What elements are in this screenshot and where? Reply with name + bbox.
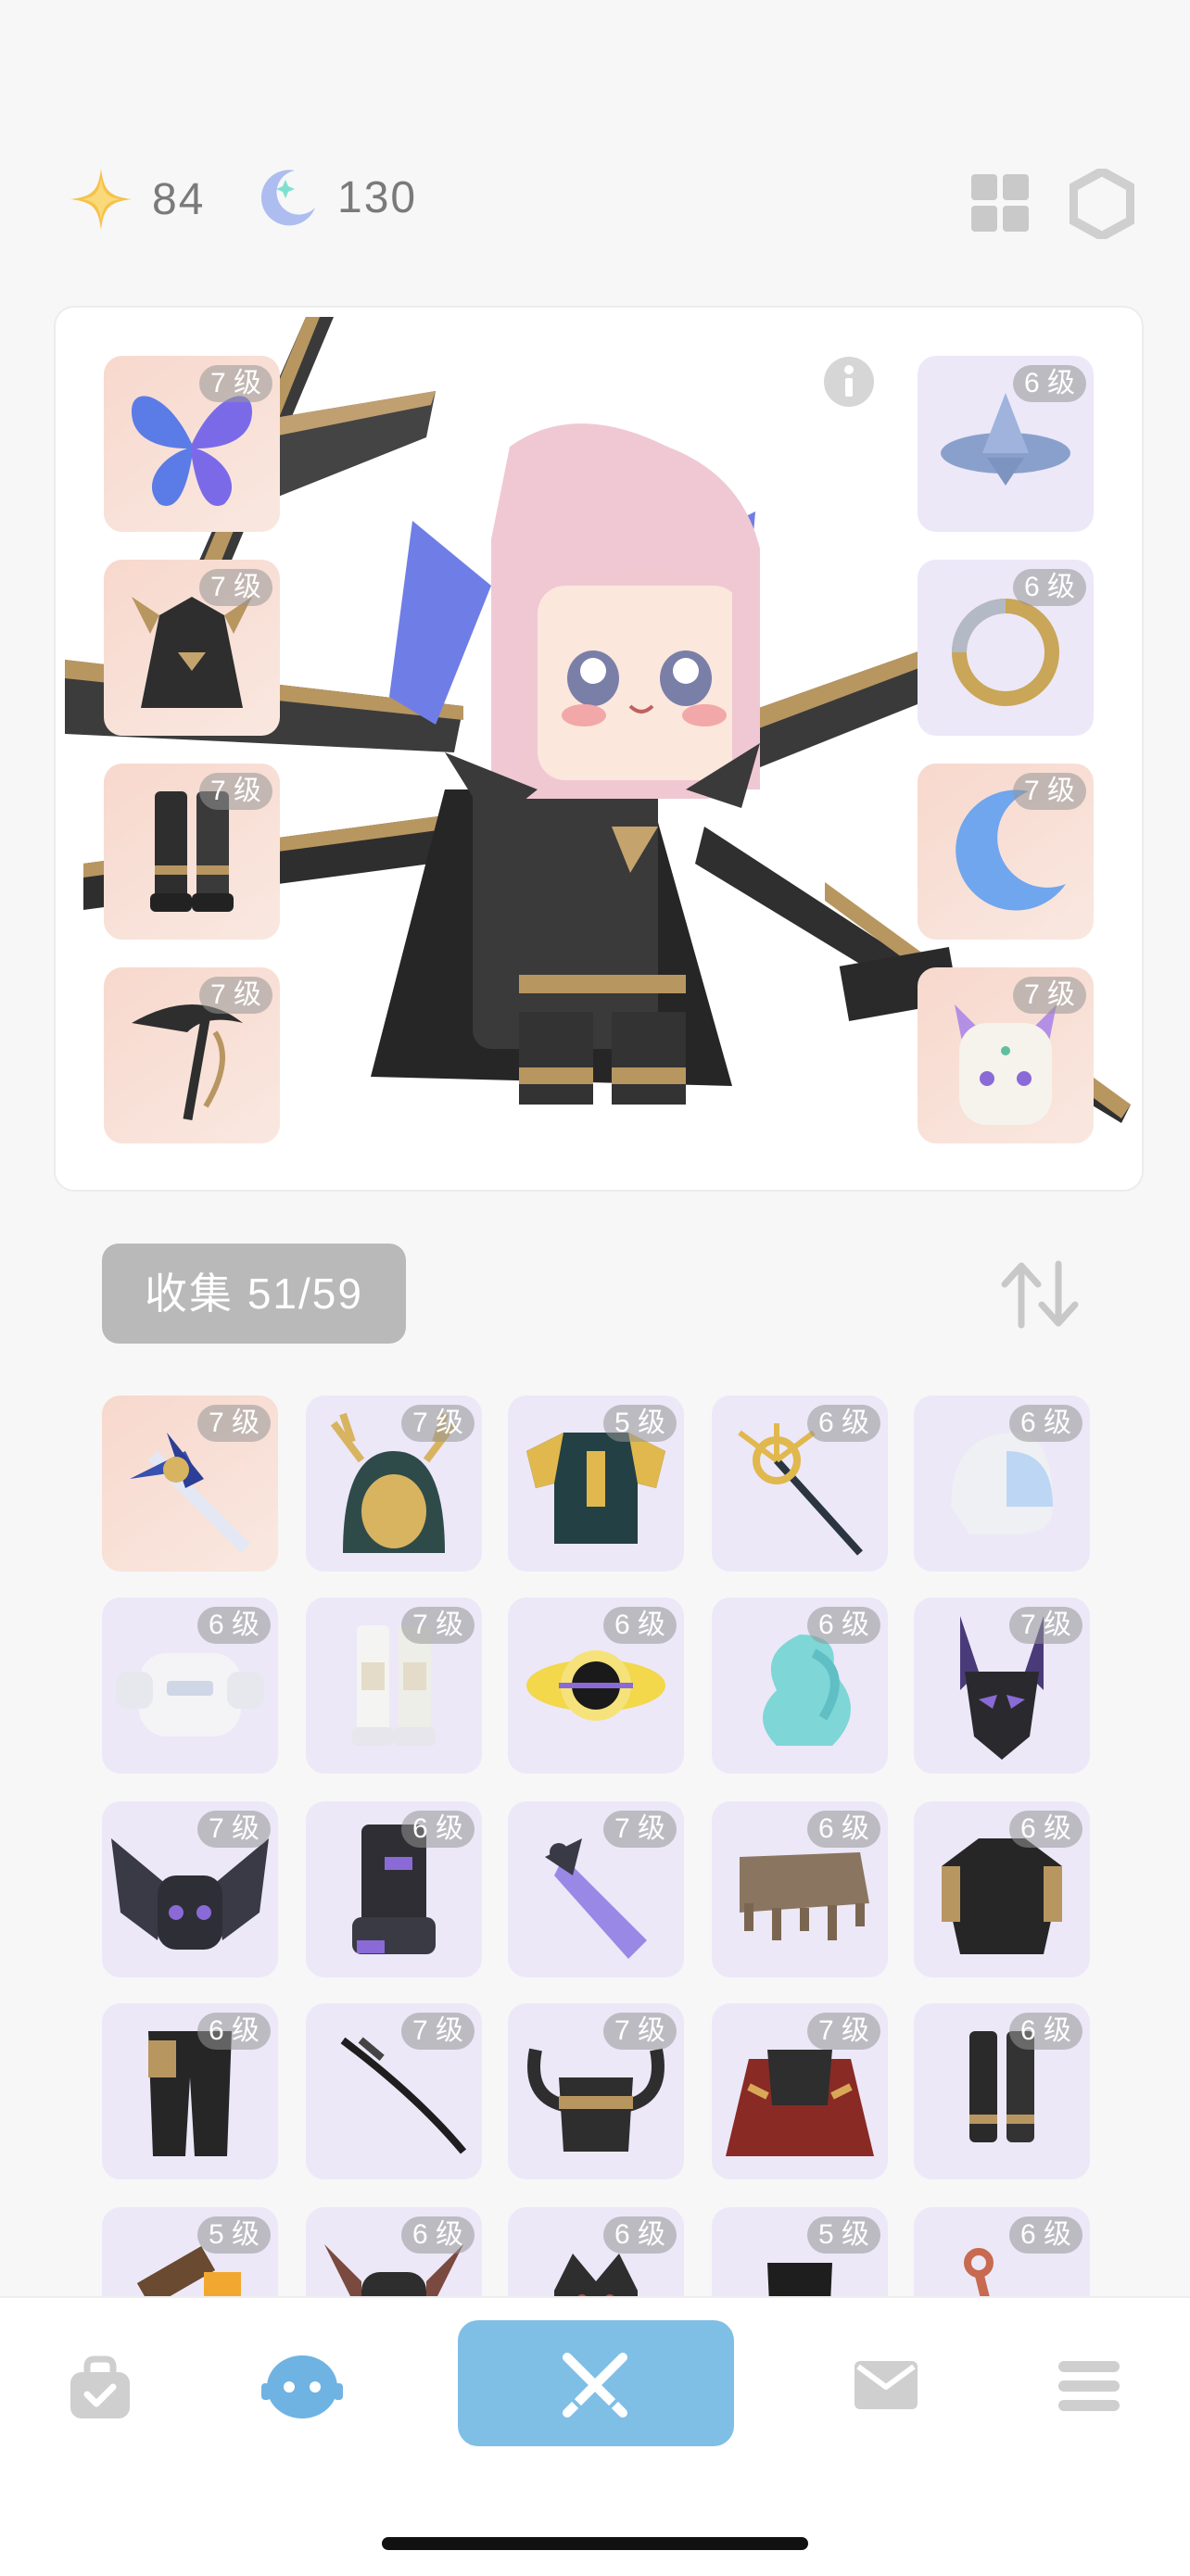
- collection-item[interactable]: 6 级: [306, 1801, 482, 1977]
- menu-icon[interactable]: [1057, 2359, 1121, 2413]
- level-badge: 6 级: [196, 1607, 271, 1644]
- level-badge: 6 级: [602, 2216, 677, 2254]
- level-badge: 5 级: [196, 2216, 271, 2254]
- level-badge: 7 级: [806, 2013, 880, 2050]
- level-badge: 6 级: [1008, 1405, 1082, 1442]
- level-badge: 6 级: [806, 1405, 880, 1442]
- collection-item[interactable]: 6 级: [712, 1395, 888, 1572]
- level-badge: 6 级: [196, 2013, 271, 2050]
- collection-item[interactable]: 6 级: [712, 1597, 888, 1774]
- collection-grid: 7 级 7 级 5 级 6 级 6 级 6 级 7 级 6 级 6 级 7 级 …: [0, 0, 1190, 2296]
- level-badge: 7 级: [196, 1405, 271, 1442]
- battle-button[interactable]: [458, 2320, 734, 2446]
- level-badge: 7 级: [196, 1811, 271, 1848]
- level-badge: 5 级: [806, 2216, 880, 2254]
- collection-item[interactable]: 5 级: [102, 2207, 278, 2296]
- collection-item[interactable]: 5 级: [712, 2207, 888, 2296]
- level-badge: 7 级: [400, 1607, 475, 1644]
- level-badge: 6 级: [1008, 2216, 1082, 2254]
- collection-item[interactable]: 7 级: [306, 2003, 482, 2179]
- collection-item[interactable]: 7 级: [102, 1801, 278, 1977]
- level-badge: 7 级: [1008, 1607, 1082, 1644]
- collection-item[interactable]: 7 级: [914, 1597, 1090, 1774]
- collection-item[interactable]: 6 级: [914, 1395, 1090, 1572]
- level-badge: 6 级: [1008, 1811, 1082, 1848]
- collection-item[interactable]: 7 级: [306, 1597, 482, 1774]
- level-badge: 7 级: [400, 1405, 475, 1442]
- mail-icon[interactable]: [853, 2359, 919, 2411]
- level-badge: 7 级: [400, 2013, 475, 2050]
- collection-item[interactable]: 7 级: [306, 1395, 482, 1572]
- home-indicator: [382, 2537, 808, 2550]
- crossed-swords-icon: [563, 2353, 627, 2418]
- bag-icon[interactable]: [67, 2355, 133, 2420]
- collection-item[interactable]: 6 级: [508, 2207, 684, 2296]
- collection-item[interactable]: 7 级: [508, 2003, 684, 2179]
- collection-item[interactable]: 6 级: [914, 2207, 1090, 2296]
- collection-item[interactable]: 6 级: [508, 1597, 684, 1774]
- level-badge: 6 级: [806, 1607, 880, 1644]
- level-badge: 6 级: [400, 1811, 475, 1848]
- collection-item[interactable]: 7 级: [102, 1395, 278, 1572]
- level-badge: 7 级: [602, 1811, 677, 1848]
- level-badge: 7 级: [602, 2013, 677, 2050]
- bottom-nav: [0, 2296, 1190, 2576]
- collection-item[interactable]: 7 级: [508, 1801, 684, 1977]
- collection-item[interactable]: 6 级: [712, 1801, 888, 1977]
- collection-item[interactable]: 6 级: [102, 2003, 278, 2179]
- collection-item[interactable]: 5 级: [508, 1395, 684, 1572]
- collection-item[interactable]: 6 级: [306, 2207, 482, 2296]
- collection-item[interactable]: 6 级: [914, 2003, 1090, 2179]
- avatar-icon[interactable]: [260, 2350, 345, 2420]
- level-badge: 6 级: [602, 1607, 677, 1644]
- level-badge: 6 级: [400, 2216, 475, 2254]
- collection-item[interactable]: 6 级: [914, 1801, 1090, 1977]
- collection-item[interactable]: 7 级: [712, 2003, 888, 2179]
- level-badge: 6 级: [806, 1811, 880, 1848]
- level-badge: 6 级: [1008, 2013, 1082, 2050]
- level-badge: 5 级: [602, 1405, 677, 1442]
- collection-item[interactable]: 6 级: [102, 1597, 278, 1774]
